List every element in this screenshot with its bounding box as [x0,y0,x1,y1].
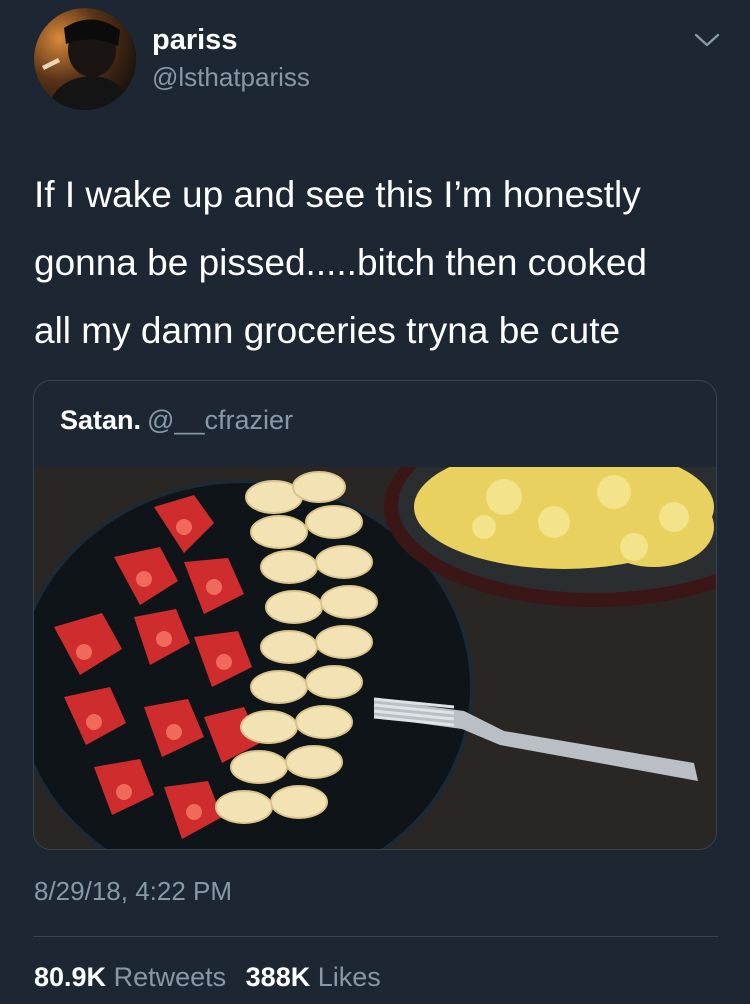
author-display-name[interactable]: pariss [152,24,237,57]
quoted-tweet-photo[interactable] [34,467,717,850]
avatar[interactable] [34,8,136,110]
quoted-tweet-header: Satan. @__cfrazier [60,405,293,436]
tweet-text-line: all my damn groceries tryna be cute [34,310,621,351]
likes-stat[interactable]: 388K Likes [246,962,381,992]
likes-label: Likes [317,962,381,992]
quoted-author-handle: @__cfrazier [147,405,293,435]
tweet-text-line: gonna be pissed.....bitch then cooked [34,242,647,283]
retweets-stat[interactable]: 80.9K Retweets [34,962,226,992]
chevron-down-icon[interactable] [693,30,721,50]
divider [33,936,718,937]
avatar-photo [34,8,136,110]
quoted-author-name: Satan. [60,405,142,435]
tweet-stats: 80.9K Retweets 388K Likes [34,962,381,993]
retweets-count: 80.9K [34,962,107,992]
tweet-text: If I wake up and see this I’m honestly g… [34,161,734,365]
tweet-timestamp[interactable]: 8/29/18, 4:22 PM [34,876,232,907]
tweet-text-line: If I wake up and see this I’m honestly [34,174,641,215]
likes-count: 388K [245,962,311,992]
quoted-tweet-card[interactable]: Satan. @__cfrazier [33,380,717,850]
author-handle[interactable]: @lsthatpariss [152,62,310,93]
retweets-label: Retweets [113,962,227,992]
